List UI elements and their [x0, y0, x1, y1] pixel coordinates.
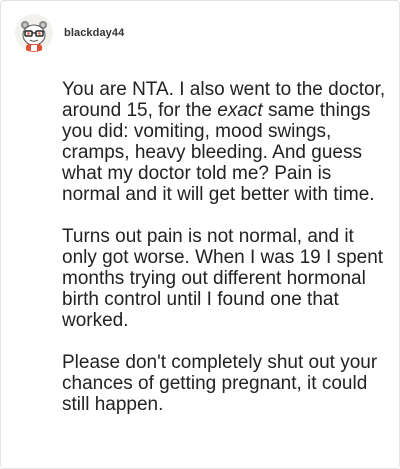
comment-paragraph-1: You are NTA. I also went to the doctor, …: [62, 79, 392, 205]
user-avatar[interactable]: [15, 14, 53, 52]
comment-body: You are NTA. I also went to the doctor, …: [62, 79, 392, 415]
snoo-avatar-icon: [21, 21, 47, 52]
username[interactable]: blackday44: [64, 27, 124, 39]
comment-paragraph-3: Please don't completely shut out your ch…: [62, 352, 378, 415]
comment-card: blackday44 You are NTA. I also went to t…: [0, 0, 400, 469]
comment-header: blackday44: [15, 13, 124, 53]
comment-paragraph-2: Turns out pain is not normal, and it onl…: [62, 226, 384, 331]
emphasized-text: exact: [217, 100, 263, 121]
